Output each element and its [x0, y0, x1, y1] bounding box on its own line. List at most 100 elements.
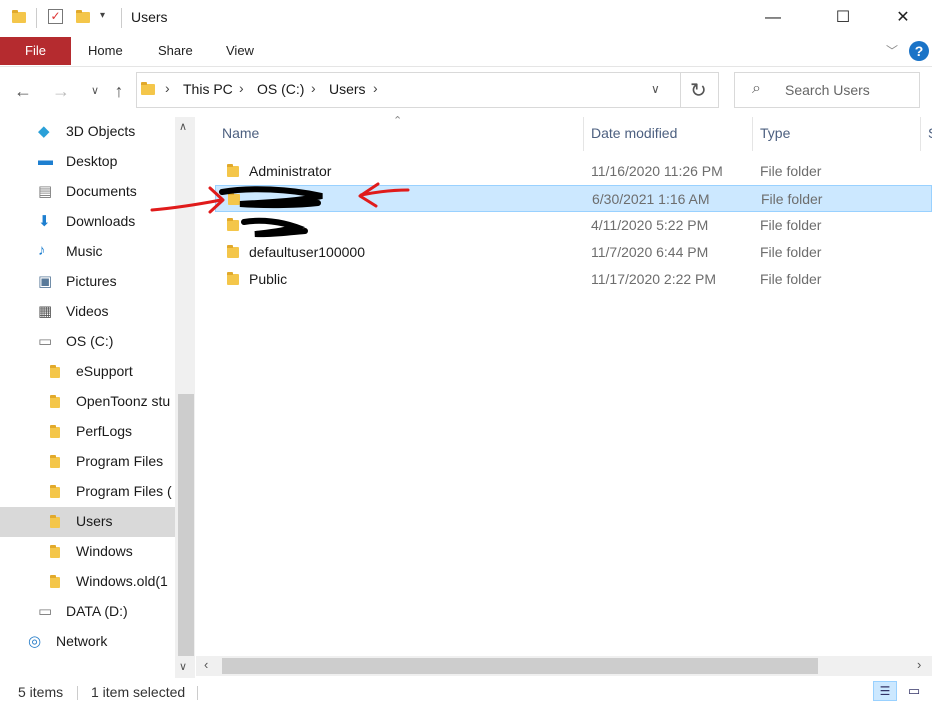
nav-scrollbar-thumb[interactable] [178, 394, 194, 656]
tab-home[interactable]: Home [88, 37, 123, 65]
sidebar-item-label: Windows [76, 543, 133, 559]
folder-icon [227, 218, 239, 231]
sidebar-item-pictures[interactable]: ▣ Pictures [0, 267, 175, 297]
sort-ascending-icon: ⌃ [393, 115, 403, 127]
file-date-modified: 11/7/2020 6:44 PM [591, 244, 709, 260]
details-view-icon[interactable]: ☰ [873, 681, 897, 701]
sidebar-item-label: Program Files ( [76, 483, 172, 499]
back-button[interactable]: ← [12, 80, 34, 102]
music-icon: ♪ [38, 242, 46, 259]
divider [121, 8, 122, 28]
help-icon[interactable]: ? [909, 41, 929, 61]
sidebar-item-label: DATA (D:) [66, 603, 128, 619]
column-name[interactable]: Name [222, 125, 259, 141]
scroll-down-icon[interactable]: ∨ [179, 660, 187, 673]
file-type: File folder [760, 217, 822, 233]
sidebar-item-perflogs[interactable]: PerfLogs [0, 417, 175, 447]
chevron-right-icon[interactable]: › [311, 80, 316, 96]
sidebar-item-program-files[interactable]: Program Files [0, 447, 175, 477]
scroll-right-icon[interactable]: › [917, 657, 921, 672]
close-button[interactable]: ✕ [880, 0, 926, 36]
sidebar-item-label: Documents [66, 183, 137, 199]
column-size[interactable]: S [928, 125, 932, 141]
column-divider[interactable] [920, 117, 921, 151]
sidebar-item-os-c[interactable]: ▭ OS (C:) [0, 327, 175, 357]
sidebar-item-music[interactable]: ♪ Music [0, 237, 175, 267]
desktop-icon: ▬ [38, 152, 53, 169]
breadcrumb-this-pc[interactable]: This PC [183, 81, 233, 97]
forward-button[interactable]: → [50, 80, 72, 102]
drive-icon: ▭ [38, 333, 53, 350]
file-name: Administrator [249, 163, 332, 179]
network-icon: ◎ [28, 633, 42, 650]
column-divider[interactable] [583, 117, 584, 151]
file-type: File folder [760, 271, 822, 287]
sidebar-item-documents[interactable]: ▤ Documents [0, 177, 175, 207]
sidebar-item-label: Users [76, 513, 113, 529]
recent-locations-button[interactable]: ∨ [84, 80, 106, 102]
status-item-count: 5 items [18, 684, 64, 700]
sidebar-item-label: Music [66, 243, 103, 259]
ribbon-tabs [0, 36, 932, 67]
customize-toolbar-icon[interactable]: ▾ [100, 10, 105, 21]
videos-icon: ▦ [38, 303, 53, 320]
divider [77, 686, 78, 700]
sidebar-item-windows[interactable]: Windows [0, 537, 175, 567]
sidebar-item-label: Desktop [66, 153, 118, 169]
sidebar-item-users[interactable]: Users [0, 507, 175, 537]
sidebar-item-label: Downloads [66, 213, 136, 229]
sidebar-item-label: Pictures [66, 273, 117, 289]
column-type[interactable]: Type [760, 125, 790, 141]
breadcrumb-users[interactable]: Users [329, 81, 366, 97]
breadcrumb-os-c[interactable]: OS (C:) [257, 81, 304, 97]
sidebar-item-network[interactable]: ◎ Network [0, 627, 175, 657]
tab-file[interactable]: File [0, 37, 71, 65]
address-dropdown-icon[interactable]: ∨ [651, 82, 660, 96]
divider [197, 686, 198, 700]
sidebar-item-label: Program Files [76, 453, 164, 469]
table-row[interactable]: Administrator 11/16/2020 11:26 PM File fol… [215, 158, 932, 185]
minimize-button[interactable]: — [750, 0, 796, 36]
chevron-right-icon[interactable]: › [165, 80, 170, 96]
sidebar-item-opentoonz-stu[interactable]: OpenToonz stu [0, 387, 175, 417]
sidebar-item-desktop[interactable]: ▬ Desktop [0, 147, 175, 177]
large-icons-view-icon[interactable]: ▭ [902, 681, 926, 701]
sidebar-item-windows-old-1[interactable]: Windows.old(1 [0, 567, 175, 597]
properties-icon[interactable]: ✓ [48, 9, 63, 24]
table-row[interactable]: Public 11/17/2020 2:22 PM File folder [215, 266, 932, 293]
tab-share[interactable]: Share [158, 37, 193, 65]
sidebar-item-esupport[interactable]: eSupport [0, 357, 175, 387]
downloads-icon: ⬇ [38, 213, 51, 230]
folder-icon [227, 272, 239, 285]
3d-objects-icon: ◆ [38, 123, 50, 140]
sidebar-item-label: OS (C:) [66, 333, 114, 349]
expand-ribbon-icon[interactable]: ﹀ [886, 42, 898, 59]
tab-view[interactable]: View [226, 37, 254, 65]
pictures-icon: ▣ [38, 273, 53, 290]
up-button[interactable]: ↑ [108, 80, 130, 102]
chevron-right-icon[interactable]: › [373, 80, 378, 96]
scroll-left-icon[interactable]: ‹ [204, 657, 208, 672]
sidebar-item-3d-objects[interactable]: ◆ 3D Objects [0, 117, 175, 147]
sidebar-item-downloads[interactable]: ⬇ Downloads [0, 207, 175, 237]
table-row[interactable]: 4/11/2020 5:22 PM File folder [215, 212, 932, 239]
divider [680, 72, 681, 108]
file-date-modified: 11/16/2020 11:26 PM [591, 163, 723, 179]
drive-icon: ▭ [38, 603, 53, 620]
window-title: Users [131, 9, 168, 25]
sidebar-item-videos[interactable]: ▦ Videos [0, 297, 175, 327]
documents-icon: ▤ [38, 183, 53, 200]
refresh-icon[interactable]: ↻ [690, 78, 707, 103]
column-divider[interactable] [752, 117, 753, 151]
sidebar-item-program-files[interactable]: Program Files ( [0, 477, 175, 507]
chevron-right-icon[interactable]: › [239, 80, 244, 96]
scroll-up-icon[interactable]: ∧ [179, 120, 187, 133]
horizontal-scrollbar-thumb[interactable] [222, 658, 818, 674]
sidebar-item-data-d[interactable]: ▭ DATA (D:) [0, 597, 175, 627]
folder-icon [227, 245, 239, 258]
maximize-button[interactable]: ☐ [820, 0, 866, 36]
table-row[interactable]: 6/30/2021 1:16 AM File folder [215, 185, 932, 212]
table-row[interactable]: defaultuser100000 11/7/2020 6:44 PM File f… [215, 239, 932, 266]
column-date-modified[interactable]: Date modified [591, 125, 677, 141]
sidebar-item-label: Network [56, 633, 108, 649]
